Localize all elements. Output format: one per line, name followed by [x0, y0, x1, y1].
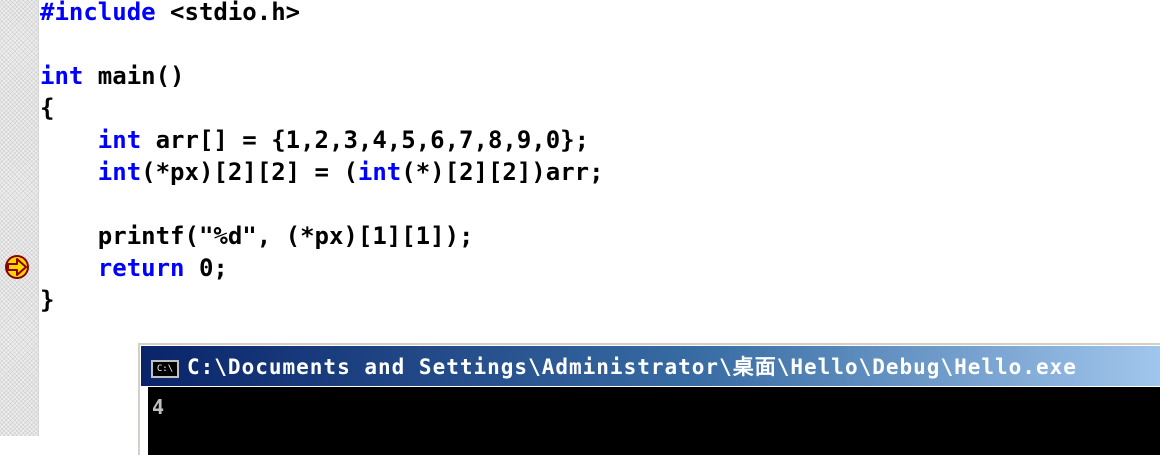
code-line[interactable]: return 0;	[40, 252, 228, 284]
code-token: (*px)[2][2] = (	[141, 158, 358, 186]
code-line[interactable]: printf("%d", (*px)[1][1]);	[40, 220, 474, 252]
console-output: 4	[152, 395, 165, 419]
code-token: <stdio.h>	[155, 0, 301, 26]
code-line[interactable]: int(*px)[2][2] = (int(*)[2][2])arr;	[40, 156, 604, 188]
code-token: }	[40, 286, 55, 314]
code-token: 0;	[184, 254, 228, 282]
current-execution-arrow-icon	[5, 255, 29, 279]
console-icon: C:\	[151, 360, 179, 378]
editor-gutter[interactable]	[0, 0, 39, 436]
console-window[interactable]: C:\ C:\Documents and Settings\Administra…	[138, 343, 1160, 455]
code-token: main()	[83, 62, 185, 90]
code-token: (*)[2][2])arr;	[401, 158, 604, 186]
code-line[interactable]: #include <stdio.h>	[40, 0, 300, 28]
code-line[interactable]: }	[40, 284, 54, 316]
code-line[interactable]: int arr[] = {1,2,3,4,5,6,7,8,9,0};	[40, 124, 589, 156]
keyword-token: int	[97, 126, 142, 154]
console-body[interactable]: 4	[148, 387, 1160, 455]
code-line[interactable]: {	[40, 92, 54, 124]
keyword-token: int	[97, 158, 142, 186]
code-token: arr[] = {1,2,3,4,5,6,7,8,9,0};	[141, 126, 590, 154]
console-title-bar[interactable]: C:\ C:\Documents and Settings\Administra…	[140, 345, 1160, 387]
code-line[interactable]: int main()	[40, 60, 185, 92]
code-token: printf("%d", (*px)[1][1]);	[40, 222, 474, 250]
preprocessor-token: #include	[40, 0, 156, 26]
keyword-token: int	[357, 158, 402, 186]
console-title: C:\Documents and Settings\Administrator\…	[187, 355, 1077, 379]
keyword-token: int	[40, 62, 84, 90]
keyword-token: return	[97, 254, 185, 282]
code-token: {	[40, 94, 55, 122]
